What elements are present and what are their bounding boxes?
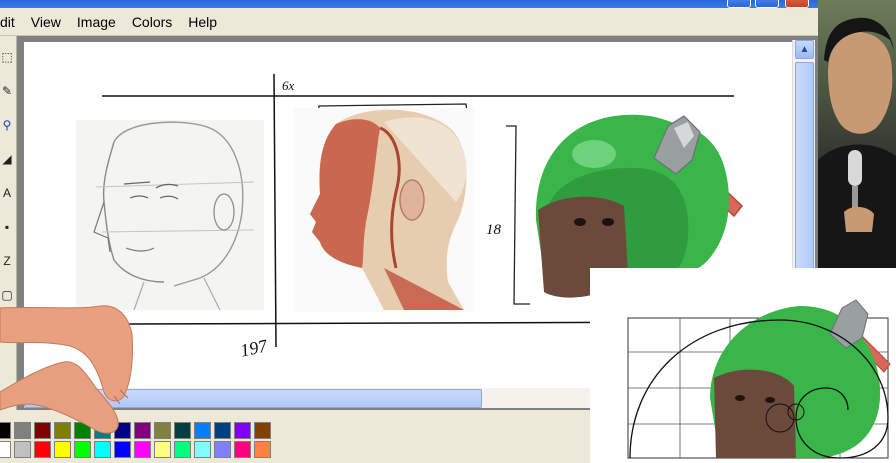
color-swatch[interactable] <box>114 441 131 458</box>
magnifier-icon[interactable]: ⚲ <box>0 116 14 134</box>
scroll-up-arrow-icon[interactable]: ▲ <box>795 40 814 59</box>
color-swatch[interactable] <box>14 441 31 458</box>
vertical-scroll-thumb[interactable] <box>795 62 814 274</box>
golden-ratio-image <box>590 268 896 463</box>
pencil-icon[interactable]: ✎ <box>0 82 14 100</box>
color-swatch[interactable] <box>234 422 251 439</box>
menu-colors[interactable]: Colors <box>132 14 172 30</box>
color-swatch[interactable] <box>154 441 171 458</box>
color-swatch[interactable] <box>174 422 191 439</box>
menu-bar: dit View Image Colors Help <box>0 8 818 36</box>
color-swatch[interactable] <box>54 441 71 458</box>
brush-icon[interactable]: ▪ <box>0 218 14 236</box>
color-swatch[interactable] <box>214 422 231 439</box>
color-swatch[interactable] <box>234 441 251 458</box>
airbrush-icon[interactable]: Z <box>0 252 14 270</box>
color-swatch[interactable] <box>154 422 171 439</box>
menu-view[interactable]: View <box>31 14 61 30</box>
color-swatch[interactable] <box>134 441 151 458</box>
color-swatch[interactable] <box>74 441 91 458</box>
menu-edit[interactable]: dit <box>0 14 15 30</box>
title-bar <box>0 0 818 8</box>
select-icon[interactable]: ⬚ <box>0 48 14 66</box>
annotation-side-label: 18 <box>486 222 502 238</box>
feet-overlay <box>0 305 133 434</box>
color-swatch[interactable] <box>254 422 271 439</box>
color-swatch[interactable] <box>94 441 111 458</box>
annotation-bottom-label: 197 <box>238 335 270 360</box>
maximize-button[interactable] <box>755 0 779 8</box>
bracket-side <box>506 125 530 305</box>
text-icon[interactable]: A <box>0 184 14 202</box>
minimize-button[interactable] <box>727 0 751 8</box>
menu-help[interactable]: Help <box>188 14 217 30</box>
close-button[interactable] <box>785 0 809 8</box>
webcam-overlay <box>818 0 896 268</box>
color-swatch[interactable] <box>0 441 11 458</box>
anatomy-head-image <box>294 108 474 312</box>
color-swatch[interactable] <box>214 441 231 458</box>
guide-line-vertical <box>273 73 277 348</box>
color-swatch[interactable] <box>194 422 211 439</box>
annotation-top-label: 6x <box>282 78 295 93</box>
color-swatch[interactable] <box>254 441 271 458</box>
color-swatch[interactable] <box>174 441 191 458</box>
pencil-face-sketch <box>76 120 264 311</box>
color-swatch[interactable] <box>194 441 211 458</box>
fill-icon[interactable]: ◢ <box>0 150 14 168</box>
menu-image[interactable]: Image <box>77 14 116 30</box>
color-swatch[interactable] <box>34 441 51 458</box>
